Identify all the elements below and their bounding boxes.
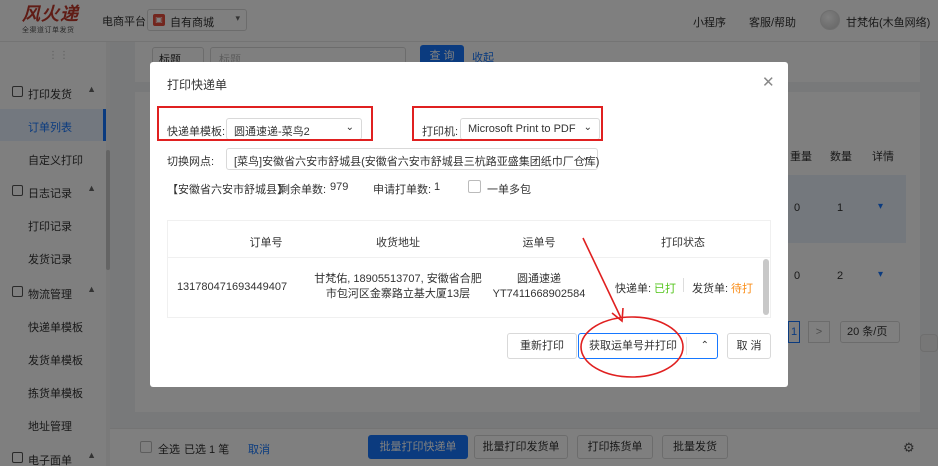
multi-package-checkbox[interactable] xyxy=(468,180,481,193)
order-no-cell: 131780471693449407 xyxy=(176,281,288,293)
column-header-waybill: 运单号 xyxy=(522,237,556,249)
fetch-waybill-print-button[interactable]: 获取运单号并打印 ⌃ xyxy=(578,333,718,359)
remaining-label: 剩余单数: xyxy=(279,184,327,196)
close-icon[interactable]: ✕ xyxy=(762,73,775,91)
column-header-order-no: 订单号 xyxy=(249,237,283,249)
address-line1: 甘梵佑, 18905513707, 安徽省合肥 xyxy=(314,273,482,285)
fetch-waybill-print-label: 获取运单号并打印 xyxy=(589,340,677,352)
split-divider xyxy=(686,337,687,355)
ship-status-label: 发货单: xyxy=(692,283,729,295)
multi-package-label: 一单多包 xyxy=(487,184,531,196)
region-text: 【安徽省六安市舒城县】 xyxy=(167,184,288,196)
remaining-value: 979 xyxy=(330,181,349,193)
chevron-down-icon: ⌄ xyxy=(581,152,590,163)
address-line2: 市包河区金寨路立基大厦13层 xyxy=(325,288,471,300)
annotation-box-printer xyxy=(412,106,603,141)
column-header-print-status: 打印状态 xyxy=(661,237,705,249)
branch-label: 切换网点: xyxy=(167,156,215,168)
table-scrollbar[interactable] xyxy=(763,259,769,315)
cancel-button[interactable]: 取 消 xyxy=(727,333,771,359)
modal-title: 打印快递单 xyxy=(167,78,228,92)
branch-select-value: [菜鸟]安徽省六安市舒城县(安徽省六安市舒城县三杭路亚盛集团纸巾厂仓库) xyxy=(234,156,600,168)
waybill-no-cell: YT7411668902584 xyxy=(492,288,586,300)
reprint-button[interactable]: 重新打印 xyxy=(507,333,577,359)
apply-count-label: 申请打单数: xyxy=(373,184,432,196)
branch-select[interactable]: [菜鸟]安徽省六安市舒城县(安徽省六安市舒城县三杭路亚盛集团纸巾厂仓库) ⌄ xyxy=(226,148,600,170)
status-divider xyxy=(683,278,684,292)
ship-status-value: 待打 xyxy=(731,283,753,295)
carrier-cell: 圆通速递 xyxy=(517,273,561,285)
apply-count-value: 1 xyxy=(434,181,441,193)
annotation-box-template xyxy=(157,106,373,141)
express-status-value: 已打 xyxy=(654,283,676,295)
express-status-label: 快递单: xyxy=(615,283,652,295)
chevron-up-icon[interactable]: ⌃ xyxy=(701,334,709,358)
column-header-address: 收货地址 xyxy=(376,237,420,249)
